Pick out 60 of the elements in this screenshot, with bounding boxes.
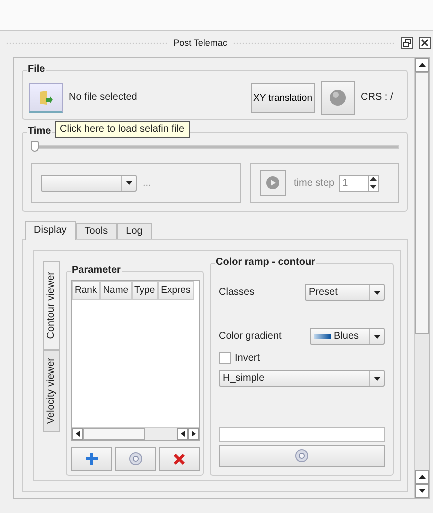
close-button[interactable] — [419, 37, 432, 49]
panel-title: Post Telemac — [174, 38, 228, 48]
scroll-thumb[interactable] — [83, 428, 145, 440]
ellipsis-label: ... — [143, 178, 152, 188]
input-field[interactable] — [219, 427, 385, 442]
left-arrow-icon[interactable] — [180, 431, 184, 437]
down-arrow-icon[interactable] — [418, 489, 426, 493]
plus-icon — [84, 452, 98, 466]
colormap-dropdown[interactable]: H_simple — [219, 370, 385, 387]
down-arrow-icon[interactable] — [370, 184, 377, 189]
column-header[interactable]: Type — [132, 281, 158, 300]
globe-icon — [329, 89, 347, 107]
tab[interactable]: Log — [117, 223, 152, 239]
side-tab[interactable]: Velocity viewer — [43, 350, 60, 432]
add-button[interactable] — [71, 447, 112, 471]
crs-button[interactable] — [321, 81, 355, 115]
time-step-spinbox[interactable]: 1 — [338, 174, 379, 192]
group-title: Time — [27, 126, 52, 137]
group-title: File — [27, 64, 46, 75]
float-button[interactable] — [401, 37, 414, 49]
cross-icon — [173, 452, 186, 466]
caret-icon — [374, 334, 380, 338]
variable-dropdown[interactable] — [41, 174, 137, 192]
right-arrow-icon[interactable] — [192, 431, 196, 437]
invert-checkbox[interactable] — [219, 352, 231, 364]
play-button[interactable] — [260, 170, 286, 196]
folder-icon — [39, 90, 53, 106]
side-tab[interactable]: Contour viewer — [43, 261, 60, 350]
invert-label: Invert — [235, 352, 260, 364]
scroll-thumb[interactable] — [415, 72, 429, 334]
up-arrow-icon[interactable] — [418, 63, 426, 67]
time-slider[interactable] — [31, 141, 399, 153]
play-icon — [266, 176, 280, 190]
parameter-table[interactable]: Rank Name Type Expres — [71, 280, 200, 441]
up-arrow-icon[interactable] — [370, 177, 377, 182]
delete-button[interactable] — [159, 447, 200, 471]
color-gradient-label: Color gradient — [219, 331, 282, 342]
column-header[interactable]: Rank — [72, 281, 100, 300]
group-title: Color ramp - contour — [215, 257, 316, 268]
crs-label: CRS : / — [361, 92, 394, 102]
caret-icon — [374, 376, 380, 380]
xy-translation-button[interactable]: XY translation — [251, 83, 315, 113]
tab[interactable]: Display — [25, 221, 76, 240]
edit-button[interactable] — [115, 447, 156, 471]
file-status: No file selected — [69, 92, 138, 102]
column-header[interactable]: Expres — [158, 281, 194, 300]
caret-icon — [126, 181, 132, 185]
time-step-label: time step — [294, 178, 335, 188]
group-title: Parameter — [71, 265, 122, 276]
color-gradient-dropdown[interactable]: Blues — [310, 328, 385, 345]
column-header[interactable]: Name — [100, 281, 132, 300]
tab[interactable]: Tools — [76, 223, 118, 239]
left-arrow-icon[interactable] — [76, 431, 80, 437]
up-arrow-icon[interactable] — [418, 475, 426, 479]
caret-icon — [374, 290, 380, 294]
tooltip: Click here to load selafin file — [55, 121, 190, 138]
apply-button[interactable] — [219, 445, 385, 467]
classes-label: Classes — [219, 287, 255, 298]
classes-dropdown[interactable]: Preset — [305, 284, 385, 301]
load-file-button[interactable] — [29, 83, 63, 113]
